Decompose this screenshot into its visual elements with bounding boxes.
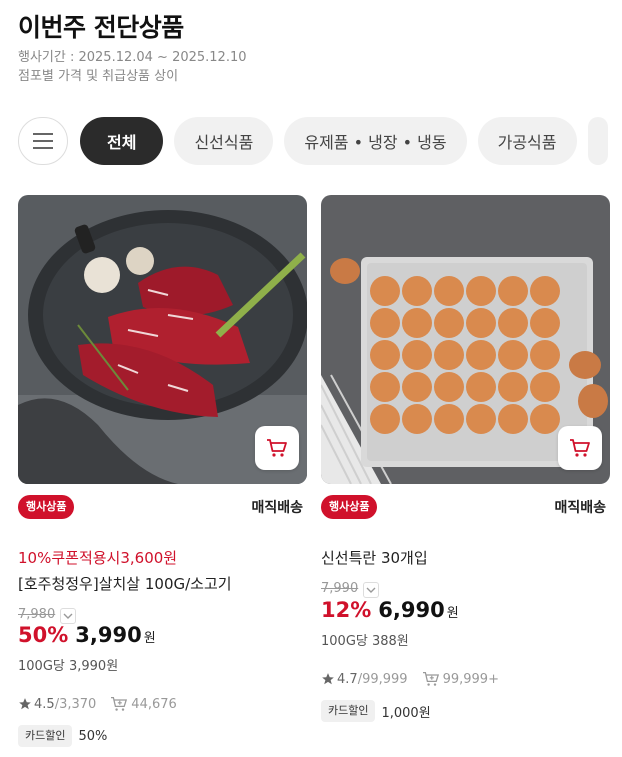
unit-price: 100G당 3,990원 bbox=[18, 659, 119, 674]
product-name[interactable]: [호주청정우]살치살 100G/소고기 bbox=[18, 573, 232, 594]
cart-icon bbox=[267, 439, 287, 457]
product-card[interactable]: 행사상품 매직배송 10%쿠폰적용시3,600원 [호주청정우]살치살 100G… bbox=[18, 195, 307, 747]
tab-next-partial[interactable] bbox=[587, 117, 608, 165]
event-badge: 행사상품 bbox=[321, 495, 378, 519]
tab-dairy-chilled-frozen[interactable]: 유제품 • 냉장 • 냉동 bbox=[284, 117, 467, 165]
cart-icon bbox=[570, 439, 590, 457]
cart-count-icon bbox=[422, 671, 440, 687]
sale-price: 12% 6,990 원 bbox=[321, 598, 459, 622]
chevron-down-icon bbox=[63, 613, 73, 619]
product-badges: 행사상품 매직배송 bbox=[321, 495, 610, 521]
page-title: 이번주 전단상품 bbox=[18, 13, 184, 42]
delivery-label: 매직배송 bbox=[554, 500, 606, 516]
cart-count-icon bbox=[110, 696, 128, 712]
add-to-cart-button[interactable] bbox=[255, 426, 299, 470]
add-to-cart-button[interactable] bbox=[558, 426, 602, 470]
card-discount: 카드할인 50% bbox=[18, 725, 107, 747]
delivery-label: 매직배송 bbox=[251, 500, 303, 516]
cart-count: 44,676 bbox=[131, 696, 177, 712]
product-stats: 4.5/3,370 44,676 bbox=[18, 696, 177, 712]
rating: 4.5 bbox=[34, 696, 55, 712]
price: 3,990 bbox=[75, 623, 142, 647]
rating: 4.7 bbox=[337, 671, 358, 687]
discount-rate: 50% bbox=[18, 623, 69, 647]
tab-all[interactable]: 전체 bbox=[80, 117, 164, 165]
currency: 원 bbox=[143, 631, 156, 646]
store-notice: 점포별 가격 및 취급상품 상이 bbox=[18, 69, 179, 84]
original-price: 7,990 bbox=[321, 581, 359, 596]
product-image-beef[interactable] bbox=[18, 195, 307, 484]
product-stats: 4.7/99,999 99,999+ bbox=[321, 671, 499, 687]
star-icon bbox=[321, 672, 335, 686]
card-discount-value: 50% bbox=[78, 728, 108, 744]
unit-price: 100G당 388원 bbox=[321, 634, 409, 649]
product-name[interactable]: 신선특란 30개입 bbox=[321, 547, 428, 568]
chevron-down-icon bbox=[366, 587, 376, 593]
tab-processed-food[interactable]: 가공식품 bbox=[477, 117, 577, 165]
review-count: 99,999 bbox=[362, 671, 408, 687]
coupon-price: 10%쿠폰적용시3,600원 bbox=[18, 549, 178, 567]
sale-price: 50% 3,990 원 bbox=[18, 623, 156, 647]
event-badge: 행사상품 bbox=[18, 495, 75, 519]
product-image-eggs[interactable] bbox=[321, 195, 610, 484]
category-tabs: 전체 신선식품 유제품 • 냉장 • 냉동 가공식품 bbox=[18, 117, 608, 165]
price-detail-toggle[interactable] bbox=[363, 582, 379, 598]
price-detail-toggle[interactable] bbox=[60, 608, 76, 624]
card-discount-tag: 카드할인 bbox=[18, 725, 73, 747]
card-discount: 카드할인 1,000원 bbox=[321, 700, 431, 722]
discount-rate: 12% bbox=[321, 598, 372, 622]
product-badges: 행사상품 매직배송 bbox=[18, 495, 307, 521]
star-icon bbox=[18, 697, 32, 711]
card-discount-value: 1,000원 bbox=[381, 705, 431, 721]
price: 6,990 bbox=[378, 598, 445, 622]
cart-count: 99,999+ bbox=[442, 671, 499, 687]
menu-icon bbox=[33, 133, 53, 149]
event-period-info: 행사기간 : 2025.12.04 ~ 2025.12.10 점포별 가격 및 … bbox=[18, 48, 247, 86]
original-price: 7,980 bbox=[18, 607, 56, 622]
review-count: 3,370 bbox=[59, 696, 97, 712]
currency: 원 bbox=[446, 606, 459, 621]
category-menu-button[interactable] bbox=[18, 117, 68, 165]
event-period: 행사기간 : 2025.12.04 ~ 2025.12.10 bbox=[18, 50, 247, 65]
tab-fresh-food[interactable]: 신선식품 bbox=[174, 117, 274, 165]
product-card[interactable]: 행사상품 매직배송 신선특란 30개입 7,990 12% 6,990 원 10… bbox=[321, 195, 610, 722]
card-discount-tag: 카드할인 bbox=[321, 700, 376, 722]
